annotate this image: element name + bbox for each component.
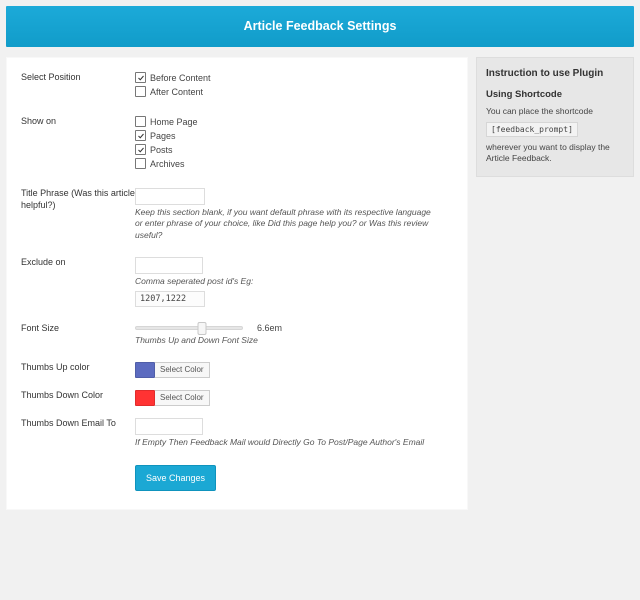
checkbox[interactable] [135, 158, 146, 169]
thumbs-up-swatch[interactable] [135, 362, 155, 378]
position-option: Before Content [135, 72, 453, 83]
save-changes-button[interactable]: Save Changes [135, 465, 216, 491]
thumbs-down-color-label: Thumbs Down Color [21, 390, 135, 402]
using-shortcode-heading: Using Shortcode [486, 89, 624, 100]
checkbox-label: Archives [150, 159, 185, 169]
font-size-value: 6.6em [257, 323, 282, 333]
exclude-on-input[interactable] [135, 257, 203, 274]
title-phrase-input[interactable] [135, 188, 205, 205]
select-color-up-button[interactable]: Select Color [155, 362, 210, 378]
font-size-label: Font Size [21, 323, 135, 335]
instructions-panel: Instruction to use Plugin Using Shortcod… [476, 57, 634, 177]
checkbox-label: Before Content [150, 73, 211, 83]
settings-form: Select Position Before Content After Cont… [6, 57, 468, 510]
font-size-hint: Thumbs Up and Down Font Size [135, 335, 435, 346]
thumbs-up-color-label: Thumbs Up color [21, 362, 135, 374]
showon-option: Posts [135, 144, 453, 155]
show-on-label: Show on [21, 116, 135, 128]
exclude-on-label: Exclude on [21, 257, 135, 269]
instructions-title: Instruction to use Plugin [486, 68, 624, 79]
thumbs-down-email-label: Thumbs Down Email To [21, 418, 135, 430]
checkbox[interactable] [135, 116, 146, 127]
checkbox[interactable] [135, 144, 146, 155]
checkbox-label: After Content [150, 87, 203, 97]
thumbs-down-swatch[interactable] [135, 390, 155, 406]
thumbs-down-email-input[interactable] [135, 418, 203, 435]
exclude-example: 1207,1222 [135, 291, 205, 307]
title-phrase-hint: Keep this section blank, if you want def… [135, 207, 435, 241]
checkbox[interactable] [135, 86, 146, 97]
thumbs-down-email-hint: If Empty Then Feedback Mail would Direct… [135, 437, 435, 448]
checkbox-label: Posts [150, 145, 173, 155]
font-size-slider[interactable] [135, 326, 243, 330]
checkbox-label: Home Page [150, 117, 198, 127]
checkbox-label: Pages [150, 131, 176, 141]
showon-option: Pages [135, 130, 453, 141]
slider-handle[interactable] [197, 322, 206, 335]
page-title: Article Feedback Settings [6, 6, 634, 47]
checkbox[interactable] [135, 72, 146, 83]
select-position-label: Select Position [21, 72, 135, 84]
title-phrase-label: Title Phrase (Was this article helpful?) [21, 188, 135, 211]
showon-option: Home Page [135, 116, 453, 127]
exclude-on-hint: Comma seperated post id's Eg: [135, 276, 435, 287]
shortcode-intro: You can place the shortcode [486, 106, 624, 117]
shortcode-code: [feedback_prompt] [486, 122, 578, 137]
select-color-down-button[interactable]: Select Color [155, 390, 210, 406]
shortcode-outro: wherever you want to display the Article… [486, 142, 624, 164]
showon-option: Archives [135, 158, 453, 169]
position-option: After Content [135, 86, 453, 97]
checkbox[interactable] [135, 130, 146, 141]
